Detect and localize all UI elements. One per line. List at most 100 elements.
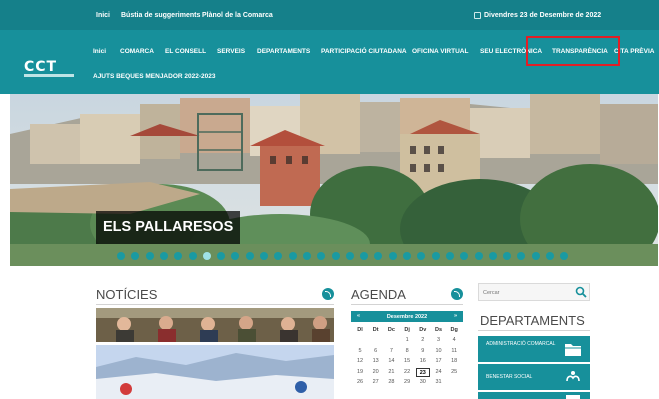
news-divider <box>96 304 334 305</box>
slider-dot[interactable] <box>331 252 340 260</box>
calendar-day[interactable]: 7 <box>384 347 398 356</box>
search-icon[interactable] <box>575 286 587 298</box>
news-title: NOTÍCIES <box>96 287 158 302</box>
slider-dot[interactable] <box>431 252 440 260</box>
slider-dot[interactable] <box>302 252 311 260</box>
calendar-day[interactable]: 3 <box>432 336 446 345</box>
slider-dot[interactable] <box>188 252 197 260</box>
slider-dot[interactable] <box>260 252 268 260</box>
agenda-rss-icon[interactable] <box>451 288 463 300</box>
calendar-weekday: Dt <box>372 327 379 333</box>
agenda-title: AGENDA <box>351 287 406 302</box>
slider-dot[interactable] <box>488 252 497 260</box>
news-image-2[interactable] <box>96 345 334 399</box>
calendar-day[interactable]: 27 <box>369 378 383 387</box>
search-input[interactable] <box>483 285 573 300</box>
calendar-day[interactable]: 11 <box>447 347 461 356</box>
slider-dot[interactable] <box>388 252 397 260</box>
calendar-day[interactable]: 29 <box>400 378 414 387</box>
calendar-day[interactable]: 8 <box>400 347 414 356</box>
slider-dot[interactable] <box>531 252 540 260</box>
top-link-map[interactable]: Plànol de la Comarca <box>202 12 273 19</box>
calendar-day[interactable]: 6 <box>369 347 383 356</box>
calendar-day[interactable]: 22 <box>400 368 414 377</box>
nav-item-inici[interactable]: Inici <box>93 48 106 55</box>
calendar-weekday: Dg <box>450 327 458 333</box>
top-bar: Inici Bústia de suggeriments Plànol de l… <box>0 0 659 30</box>
nav-item-oficina-virtual[interactable]: OFICINA VIRTUAL <box>412 48 468 55</box>
slider-dot[interactable] <box>288 252 297 260</box>
calendar-day[interactable]: 20 <box>369 368 383 377</box>
news-image-1[interactable] <box>96 308 334 342</box>
highlight-annotation <box>526 36 620 66</box>
department-label: ADMINISTRACIÓ COMARCAL <box>486 341 556 347</box>
calendar-day[interactable]: 17 <box>432 357 446 366</box>
calendar-day[interactable]: 4 <box>447 336 461 345</box>
current-date: Divendres 23 de Desembre de 2022 <box>484 12 602 19</box>
department-button-3[interactable] <box>478 392 590 399</box>
slider-dot[interactable] <box>345 252 354 260</box>
calendar-day[interactable]: 31 <box>432 378 446 387</box>
slider-dot[interactable] <box>159 252 168 260</box>
slider-dot[interactable] <box>474 252 483 260</box>
calendar-day[interactable]: 2 <box>416 336 430 345</box>
calendar-day-today[interactable]: 23 <box>415 367 430 377</box>
nav-item-serveis[interactable]: SERVEIS <box>217 48 245 55</box>
slider-dot[interactable] <box>117 252 125 260</box>
calendar-day[interactable]: 19 <box>353 368 367 377</box>
nav-item-el-consell[interactable]: EL CONSELL <box>165 48 206 55</box>
calendar-day[interactable]: 1 <box>400 336 414 345</box>
slider-dot[interactable] <box>403 252 411 260</box>
calendar-icon <box>474 12 481 19</box>
nav-item-participacio[interactable]: PARTICIPACIÓ CIUTADANA <box>321 48 407 55</box>
calendar-day[interactable]: 10 <box>432 347 446 356</box>
calendar-day[interactable]: 15 <box>400 357 414 366</box>
slider-dot[interactable] <box>546 252 554 260</box>
site-logo[interactable]: CCT <box>24 59 74 79</box>
department-button-benestar[interactable]: BENESTAR SOCIAL <box>478 364 590 390</box>
calendar-day[interactable]: 25 <box>447 368 461 377</box>
slider-dot[interactable] <box>245 252 254 260</box>
nav-item-cita-previa[interactable]: CITA PRÈVIA <box>614 48 654 55</box>
calendar-weekday: Dv <box>419 327 427 333</box>
slider-dot[interactable] <box>202 252 211 260</box>
top-link-suggestions[interactable]: Bústia de suggeriments <box>121 12 200 19</box>
slider-dot[interactable] <box>445 252 454 260</box>
calendar-day[interactable]: 28 <box>384 378 398 387</box>
folder-icon <box>565 344 581 356</box>
calendar-day[interactable]: 9 <box>416 347 430 356</box>
calendar-day[interactable]: 26 <box>353 378 367 387</box>
department-button-administracio[interactable]: ADMINISTRACIÓ COMARCAL <box>478 336 590 362</box>
calendar-day[interactable]: 5 <box>353 347 367 356</box>
page: Inici Bústia de suggeriments Plànol de l… <box>0 0 659 399</box>
nav-item-ajuts-beques[interactable]: AJUTS BEQUES MENJADOR 2022-2023 <box>93 73 215 80</box>
logo-mark: CCT <box>24 59 58 75</box>
news-rss-icon[interactable] <box>322 288 334 300</box>
slider-dot[interactable] <box>145 252 154 260</box>
calendar-day[interactable]: 18 <box>447 357 461 366</box>
departments-divider <box>478 330 590 331</box>
departments-title: DEPARTAMENTS <box>480 313 585 328</box>
document-icon <box>566 395 580 399</box>
calendar-day[interactable]: 30 <box>416 378 430 387</box>
hands-icon <box>566 371 580 382</box>
calendar-day[interactable]: 21 <box>384 368 398 377</box>
nav-item-departaments[interactable]: DEPARTAMENTS <box>257 48 310 55</box>
calendar-month: Desembre 2022 <box>386 313 428 320</box>
top-link-inici[interactable]: Inici <box>96 12 110 19</box>
logo-tagline-mark <box>24 74 74 77</box>
calendar-next-button[interactable]: » <box>454 313 457 319</box>
agenda-divider <box>351 304 463 305</box>
department-label: BENESTAR SOCIAL <box>486 374 533 380</box>
calendar-day[interactable]: 13 <box>369 357 383 366</box>
search-box <box>478 283 590 301</box>
calendar-weekday: Dl <box>357 327 363 333</box>
calendar-weekday: Dc <box>387 327 395 333</box>
nav-item-comarca[interactable]: COMARCA <box>120 48 154 55</box>
calendar-weekday: Dj <box>404 327 410 333</box>
calendar-day[interactable]: 14 <box>384 357 398 366</box>
hero-caption[interactable]: ELS PALLARESOS <box>96 211 241 244</box>
calendar-day[interactable]: 24 <box>432 368 446 377</box>
calendar-day[interactable]: 16 <box>416 357 430 366</box>
calendar-day[interactable]: 12 <box>353 357 367 366</box>
